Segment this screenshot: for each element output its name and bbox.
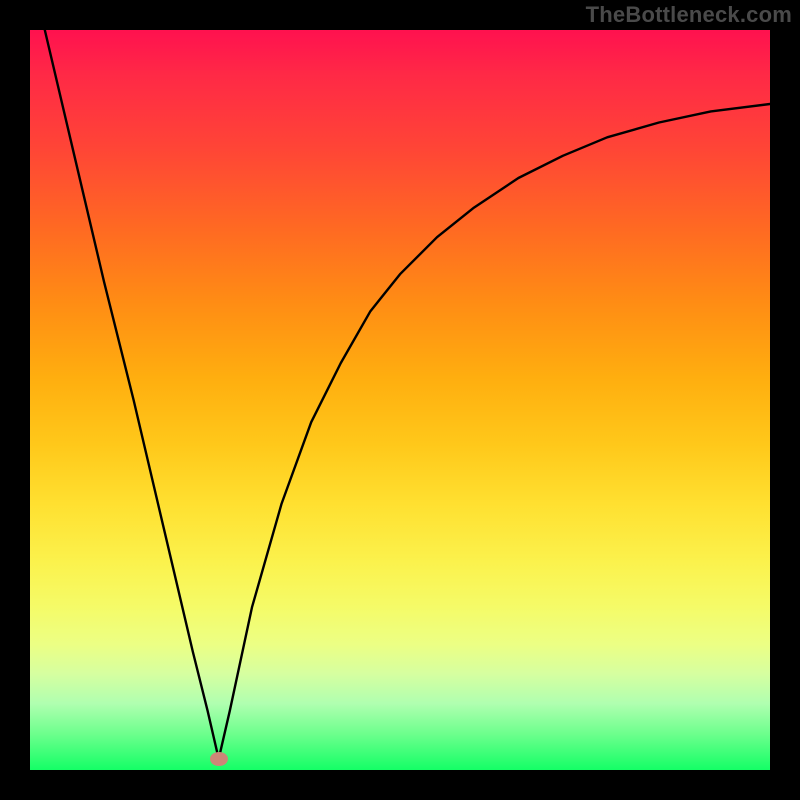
minimum-marker	[210, 752, 228, 766]
chart-frame: TheBottleneck.com	[0, 0, 800, 800]
watermark-text: TheBottleneck.com	[586, 2, 792, 28]
bottleneck-curve	[45, 30, 770, 759]
plot-area	[30, 30, 770, 770]
curve-svg	[30, 30, 770, 770]
